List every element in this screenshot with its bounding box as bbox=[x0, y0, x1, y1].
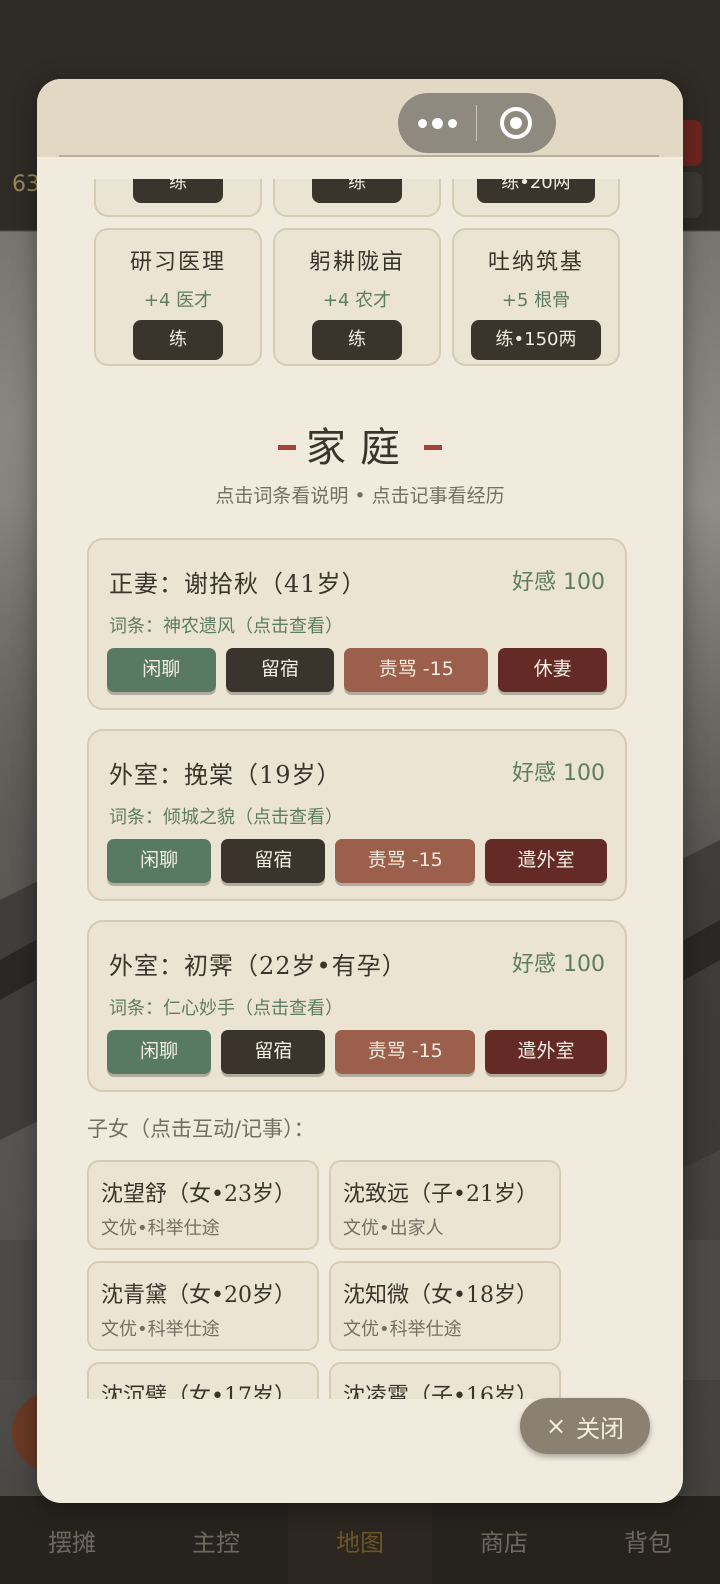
close-miniprogram-icon[interactable] bbox=[477, 107, 555, 139]
skill-effect: +4 医才 bbox=[143, 290, 213, 311]
child-name: 沈凌霄（子•16岁） bbox=[343, 1384, 538, 1399]
spouse-name: 外室：挽棠（19岁） bbox=[109, 761, 342, 789]
affection-value: 好感 100 bbox=[512, 570, 605, 595]
dismiss-button[interactable]: 遣外室 bbox=[485, 839, 607, 883]
modal-header bbox=[37, 79, 683, 157]
bottom-nav: 摆摊 主控 地图 商店 背包 bbox=[0, 1496, 720, 1584]
nav-tab-shop[interactable]: 商店 bbox=[432, 1496, 576, 1584]
stay-button[interactable]: 留宿 bbox=[225, 648, 335, 692]
child-card[interactable]: 沈凌霄（子•16岁） bbox=[329, 1362, 561, 1399]
close-icon: × bbox=[545, 1412, 567, 1440]
spouse-actions: 闲聊 留宿 责骂 -15 休妻 bbox=[107, 648, 607, 692]
close-label: 关闭 bbox=[576, 1414, 625, 1443]
child-name: 沈望舒（女•23岁） bbox=[101, 1182, 296, 1207]
scold-button[interactable]: 责骂 -15 bbox=[344, 648, 489, 692]
skill-effect: +5 根骨 bbox=[501, 290, 571, 311]
trait-link[interactable]: 词条：倾城之貌（点击查看） bbox=[109, 803, 343, 829]
skill-name: 研习医理 bbox=[129, 250, 226, 275]
skill-card: 练 bbox=[94, 179, 262, 217]
child-name: 沈沉璧（女•17岁） bbox=[101, 1384, 296, 1399]
stay-button[interactable]: 留宿 bbox=[221, 1030, 326, 1074]
child-name: 沈青黛（女•20岁） bbox=[101, 1283, 296, 1308]
child-name: 沈致远（子•21岁） bbox=[343, 1182, 538, 1207]
train-button[interactable]: 练•20两 bbox=[477, 179, 595, 203]
family-section-title: 家庭 bbox=[37, 415, 683, 473]
spouse-name: 外室：初霁（22岁•有孕） bbox=[109, 952, 407, 980]
mini-program-capsule bbox=[398, 93, 556, 153]
child-card[interactable]: 沈青黛（女•20岁） 文优•科举仕途 bbox=[87, 1261, 319, 1351]
child-name: 沈知微（女•18岁） bbox=[343, 1283, 538, 1308]
family-title-text: 家庭 bbox=[306, 425, 414, 471]
spouse-actions: 闲聊 留宿 责骂 -15 遣外室 bbox=[107, 839, 607, 883]
skill-card-farming: 躬耕陇亩 +4 农才 练 bbox=[273, 228, 441, 366]
spouse-card[interactable]: 正妻：谢拾秋（41岁） 好感 100 词条：神农遗风（点击查看） 闲聊 留宿 责… bbox=[87, 538, 627, 710]
child-info: 文优•科举仕途 bbox=[101, 1218, 220, 1239]
trait-link[interactable]: 词条：仁心妙手（点击查看） bbox=[109, 994, 343, 1020]
skill-card: 练 bbox=[273, 179, 441, 217]
train-button[interactable]: 练•150两 bbox=[471, 320, 601, 360]
family-section-subtitle: 点击词条看说明 • 点击记事看经历 bbox=[215, 485, 505, 507]
skill-name: 躬耕陇亩 bbox=[308, 250, 405, 275]
child-card[interactable]: 沈知微（女•18岁） 文优•科举仕途 bbox=[329, 1261, 561, 1351]
child-info: 文优•科举仕途 bbox=[101, 1319, 220, 1340]
nav-tab-stall[interactable]: 摆摊 bbox=[0, 1496, 144, 1584]
nav-tab-bag[interactable]: 背包 bbox=[576, 1496, 720, 1584]
train-button[interactable]: 练 bbox=[312, 320, 402, 360]
skill-name: 吐纳筑基 bbox=[487, 250, 584, 275]
family-modal: 练 练 练•20两 研习医理 +4 医才 练 躬耕陇亩 +4 农才 练 吐纳筑基… bbox=[37, 79, 683, 1503]
modal-scroll-area[interactable]: 练 练 练•20两 研习医理 +4 医才 练 躬耕陇亩 +4 农才 练 吐纳筑基… bbox=[37, 179, 683, 1399]
train-button[interactable]: 练 bbox=[133, 320, 223, 360]
children-label: 子女（点击互动/记事）： bbox=[87, 1117, 315, 1141]
affection-value: 好感 100 bbox=[512, 761, 605, 786]
skill-card: 练•20两 bbox=[452, 179, 620, 217]
more-icon[interactable] bbox=[398, 117, 476, 129]
chat-button[interactable]: 闲聊 bbox=[107, 839, 212, 883]
child-card[interactable]: 沈致远（子•21岁） 文优•出家人 bbox=[329, 1160, 561, 1250]
background-number: 63 bbox=[12, 172, 40, 197]
title-dash-right bbox=[424, 444, 442, 450]
dismiss-button[interactable]: 遣外室 bbox=[485, 1030, 607, 1074]
skill-effect: +4 农才 bbox=[322, 290, 392, 311]
stay-button[interactable]: 留宿 bbox=[221, 839, 326, 883]
child-card[interactable]: 沈望舒（女•23岁） 文优•科举仕途 bbox=[87, 1160, 319, 1250]
spouse-card[interactable]: 外室：挽棠（19岁） 好感 100 词条：倾城之貌（点击查看） 闲聊 留宿 责骂… bbox=[87, 729, 627, 901]
chat-button[interactable]: 闲聊 bbox=[107, 1030, 212, 1074]
close-button[interactable]: × 关闭 bbox=[520, 1398, 650, 1454]
child-card[interactable]: 沈沉璧（女•17岁） bbox=[87, 1362, 319, 1399]
spouse-actions: 闲聊 留宿 责骂 -15 遣外室 bbox=[107, 1030, 607, 1074]
scold-button[interactable]: 责骂 -15 bbox=[335, 1030, 476, 1074]
spouse-name: 正妻：谢拾秋（41岁） bbox=[109, 570, 367, 598]
train-button[interactable]: 练 bbox=[133, 179, 223, 203]
scold-button[interactable]: 责骂 -15 bbox=[335, 839, 476, 883]
spouse-card[interactable]: 外室：初霁（22岁•有孕） 好感 100 词条：仁心妙手（点击查看） 闲聊 留宿… bbox=[87, 920, 627, 1092]
chat-button[interactable]: 闲聊 bbox=[107, 648, 216, 692]
divorce-button[interactable]: 休妻 bbox=[498, 648, 607, 692]
header-divider bbox=[59, 155, 659, 157]
affection-value: 好感 100 bbox=[512, 952, 605, 977]
nav-tab-main[interactable]: 主控 bbox=[144, 1496, 288, 1584]
nav-tab-map[interactable]: 地图 bbox=[288, 1496, 432, 1584]
train-button[interactable]: 练 bbox=[312, 179, 402, 203]
child-info: 文优•出家人 bbox=[343, 1218, 444, 1239]
title-dash-left bbox=[278, 444, 296, 450]
child-info: 文优•科举仕途 bbox=[343, 1319, 462, 1340]
skill-card-breathing: 吐纳筑基 +5 根骨 练•150两 bbox=[452, 228, 620, 366]
trait-link[interactable]: 词条：神农遗风（点击查看） bbox=[109, 612, 343, 638]
skill-card-medicine: 研习医理 +4 医才 练 bbox=[94, 228, 262, 366]
